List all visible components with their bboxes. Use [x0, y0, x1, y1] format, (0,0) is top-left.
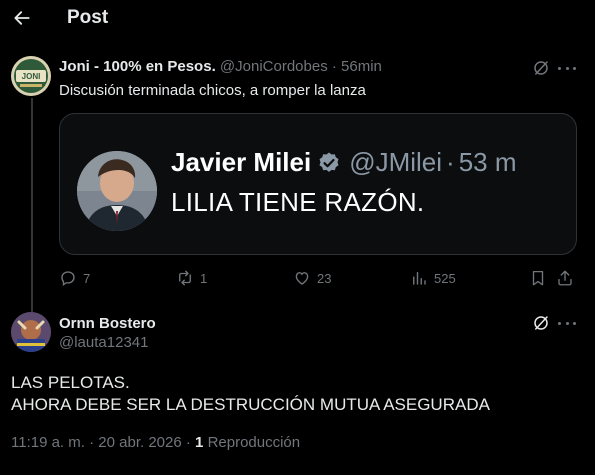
quoted-avatar [77, 151, 157, 231]
milei-avatar-image [77, 151, 157, 231]
views-button[interactable]: 525 [410, 268, 456, 288]
quoted-time: 53 m [458, 147, 517, 177]
page-title: Post [67, 7, 109, 28]
bookmark-button[interactable] [529, 268, 547, 288]
post2-date[interactable]: 20 abr. 2026 [98, 434, 181, 451]
reply-count: 7 [83, 270, 91, 286]
avatar-label: JONI [22, 72, 41, 81]
post1-text: Discusión terminada chicos, a romper la … [59, 82, 366, 99]
post1-header: Joni - 100% en Pesos. @JoniCordobes · 56… [59, 58, 382, 75]
post2-text: LAS PELOTAS. AHORA DEBE SER LA DESTRUCCI… [11, 372, 490, 416]
joni-avatar-image: JONI [11, 56, 51, 96]
views-count: 525 [434, 270, 456, 286]
post1-handle[interactable]: @JoniCordobes [220, 58, 328, 75]
quoted-post-header: Javier Milei @JMilei · 53 m [171, 147, 517, 178]
share-button[interactable] [556, 268, 574, 288]
grok-icon[interactable] [532, 59, 550, 77]
repost-count: 1 [200, 270, 208, 286]
post1-separator: · [331, 58, 337, 75]
share-icon [558, 270, 572, 286]
quoted-post-text: LILIA TIENE RAZÓN. [171, 187, 425, 217]
arrow-left-icon [14, 11, 30, 25]
post1-action-bar: 7 1 23 525 [59, 268, 579, 290]
back-button[interactable] [8, 4, 36, 32]
reply-button[interactable]: 7 [59, 268, 90, 288]
post2-text-line-1: LAS PELOTAS. [11, 373, 130, 392]
thread-connector-line [31, 98, 33, 312]
top-bar: Post [0, 0, 595, 38]
more-options-icon[interactable] [558, 59, 576, 77]
post1-author-name[interactable]: Joni - 100% en Pesos. [59, 58, 216, 75]
post2-text-line-2: AHORA DEBE SER LA DESTRUCCIÓN MUTUA ASEG… [11, 395, 490, 414]
ornn-avatar-image [11, 312, 51, 352]
grok-icon[interactable] [532, 314, 550, 332]
quoted-post-card[interactable]: Javier Milei @JMilei · 53 m LILIA TIENE … [59, 113, 577, 255]
post1-time[interactable]: 56min [341, 58, 382, 75]
verified-badge-icon [319, 152, 339, 172]
avatar-ornn[interactable] [11, 312, 51, 352]
post2-author-name[interactable]: Ornn Bostero [59, 315, 156, 332]
post2-meta-separator-2: · [185, 434, 191, 451]
bookmark-icon [532, 270, 544, 286]
more-options-icon[interactable] [558, 314, 576, 332]
quoted-handle: @JMilei [349, 147, 443, 177]
quoted-author-name: Javier Milei [171, 147, 312, 177]
post2-time[interactable]: 11:19 a. m. [11, 434, 85, 451]
like-button[interactable]: 23 [293, 268, 331, 288]
post2-handle[interactable]: @lauta12341 [59, 334, 148, 351]
avatar-joni[interactable]: JONI [11, 56, 51, 96]
reply-icon [61, 271, 75, 287]
like-count: 23 [317, 270, 332, 286]
repost-button[interactable]: 1 [176, 268, 207, 288]
post2-meta-separator: · [89, 434, 95, 451]
quoted-separator: · [446, 147, 455, 177]
post2-views-label: Reproducción [207, 434, 301, 451]
views-chart-icon [413, 272, 426, 285]
heart-icon [295, 272, 309, 285]
repost-icon [179, 270, 191, 286]
post2-meta: 11:19 a. m. · 20 abr. 2026 · 1 Reproducc… [11, 434, 300, 451]
post2-views-count: 1 [195, 434, 204, 451]
